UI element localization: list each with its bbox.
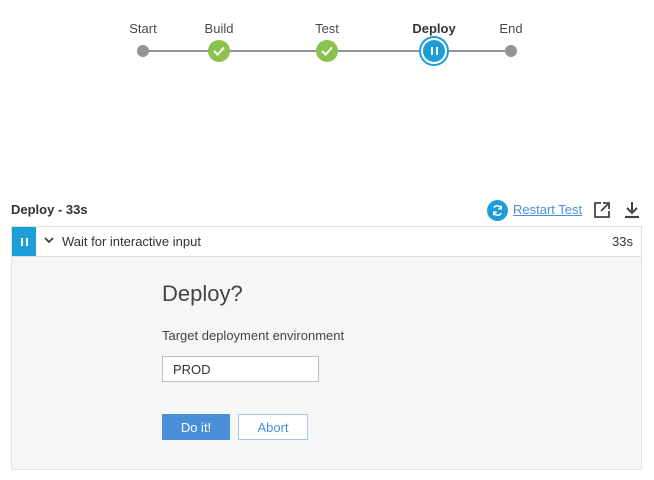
step-label: Wait for interactive input: [62, 234, 201, 249]
stage-label-start: Start: [129, 21, 157, 36]
abort-button[interactable]: Abort: [238, 414, 308, 440]
open-in-new-window-icon[interactable]: [592, 200, 612, 220]
stage-test-node[interactable]: [316, 40, 338, 62]
step-status-paused: [12, 227, 36, 256]
input-panel: Deploy? Target deployment environment Do…: [11, 257, 642, 470]
pause-icon: [430, 47, 438, 55]
stage-label-build: Build: [204, 21, 234, 36]
check-icon: [213, 46, 225, 56]
stage-deploy-node[interactable]: [419, 36, 449, 66]
environment-field-label: Target deployment environment: [162, 328, 345, 343]
download-icon[interactable]: [623, 200, 641, 220]
chevron-down-icon[interactable]: [44, 235, 54, 245]
pause-icon: [20, 237, 28, 246]
stage-label-deploy: Deploy: [412, 21, 456, 36]
check-icon: [321, 46, 333, 56]
end-node: [505, 45, 517, 57]
environment-field[interactable]: [162, 356, 319, 382]
input-prompt-title: Deploy?: [162, 281, 243, 306]
connector-test-deploy: [327, 50, 434, 52]
pipeline-graph: Start Build Test Deploy End: [0, 0, 654, 80]
restart-icon[interactable]: [487, 200, 508, 221]
stage-label-test: Test: [315, 21, 339, 36]
restart-test-link[interactable]: Restart Test: [513, 202, 582, 217]
step-row[interactable]: Wait for interactive input 33s: [11, 226, 642, 257]
step-duration: 33s: [612, 234, 633, 249]
stage-build-node[interactable]: [208, 40, 230, 62]
start-node: [137, 45, 149, 57]
step-title: Deploy - 33s: [11, 202, 88, 217]
connector-build-test: [219, 50, 327, 52]
stage-label-end: End: [499, 21, 523, 36]
proceed-button[interactable]: Do it!: [162, 414, 230, 440]
